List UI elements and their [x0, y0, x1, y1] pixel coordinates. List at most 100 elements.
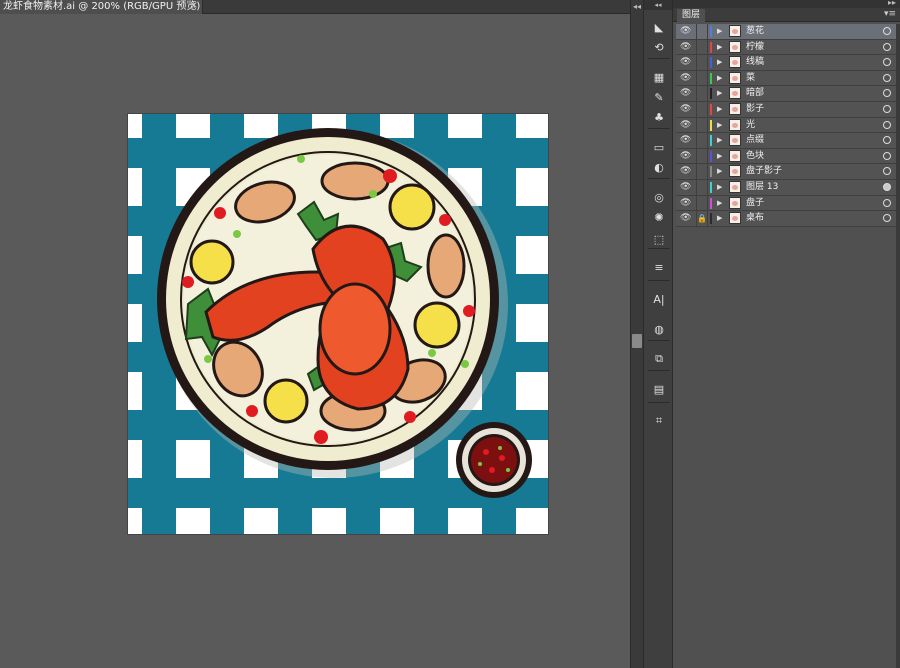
layer-name[interactable]: 光 — [746, 118, 755, 133]
canvas-area[interactable] — [0, 14, 630, 668]
layer-row[interactable]: 👁 ▶ 葱花 — [676, 24, 896, 40]
layer-row[interactable]: 👁 ▶ 盘子 — [676, 195, 896, 212]
swatches-icon[interactable]: ▦ — [649, 68, 669, 86]
lock-toggle[interactable] — [696, 117, 708, 133]
lock-toggle[interactable] — [696, 164, 708, 180]
lock-toggle[interactable] — [696, 86, 708, 102]
target-circle-icon[interactable] — [883, 89, 891, 98]
layer-name[interactable]: 盘子 — [746, 196, 764, 211]
layer-row[interactable]: 👁 ▶ 暗部 — [676, 86, 896, 102]
visibility-eye-icon[interactable]: 👁 — [680, 73, 692, 84]
target-circle-icon[interactable] — [883, 167, 891, 176]
visibility-eye-icon[interactable]: 👁 — [680, 198, 692, 209]
layer-name[interactable]: 葱花 — [746, 24, 764, 39]
layer-name[interactable]: 桌布 — [746, 211, 764, 226]
target-circle-icon[interactable] — [883, 136, 891, 145]
visibility-eye-icon[interactable]: 👁 — [680, 120, 692, 131]
expand-arrow-icon[interactable]: ▶ — [717, 41, 722, 54]
visibility-eye-icon[interactable]: 👁 — [680, 26, 692, 37]
brushes-icon[interactable]: ✎ — [649, 88, 669, 106]
lock-icon[interactable]: 🔒 — [696, 211, 708, 227]
target-circle-icon[interactable] — [883, 214, 891, 223]
lock-toggle[interactable] — [696, 195, 708, 211]
lock-toggle[interactable] — [696, 101, 708, 117]
collapse-icon[interactable]: ▸▸ — [888, 0, 896, 7]
layer-row[interactable]: 👁 ▶ 盘子影子 — [676, 164, 896, 180]
expand-arrow-icon[interactable]: ▶ — [717, 25, 722, 38]
target-circle-icon[interactable] — [883, 104, 891, 113]
color-guide-icon[interactable]: ◍ — [649, 320, 669, 338]
layer-row[interactable]: 👁 ▶ 线稿 — [676, 55, 896, 71]
expand-arrow-icon[interactable]: ▶ — [717, 119, 722, 132]
layer-row[interactable]: 👁 ▶ 点缀 — [676, 133, 896, 149]
target-circle-icon[interactable] — [883, 120, 891, 129]
expand-arrow-icon[interactable]: ▶ — [717, 103, 722, 116]
collapse-panels-icon[interactable]: ◂◂ — [644, 0, 672, 10]
tab-layers[interactable]: 图层 — [677, 9, 706, 22]
lock-toggle[interactable] — [696, 179, 708, 195]
align-icon[interactable]: ≡ — [649, 258, 669, 276]
visibility-eye-icon[interactable]: 👁 — [680, 88, 692, 99]
image-trace-icon[interactable]: ⬚ — [649, 230, 669, 248]
layer-name[interactable]: 柠檬 — [746, 40, 764, 55]
artboards-icon[interactable]: ▤ — [649, 380, 669, 398]
expand-arrow-icon[interactable]: ▶ — [717, 197, 722, 210]
target-circle-icon[interactable] — [883, 27, 891, 35]
layer-row[interactable]: 👁 ▶ 色块 — [676, 148, 896, 165]
visibility-eye-icon[interactable]: 👁 — [680, 213, 692, 224]
layer-row[interactable]: 👁 🔒 ▶ 桌布 — [676, 211, 896, 227]
expand-arrow-icon[interactable]: ▶ — [717, 87, 722, 100]
expand-arrow-icon[interactable]: ▶ — [717, 212, 722, 225]
layer-row[interactable]: 👁 ▶ 影子 — [676, 101, 896, 118]
visibility-eye-icon[interactable]: 👁 — [680, 104, 692, 115]
layer-name[interactable]: 菜 — [746, 71, 755, 86]
document-tab[interactable]: 龙虾食物素材.ai @ 200% (RGB/GPU 预览) × — [0, 0, 203, 14]
visibility-eye-icon[interactable]: 👁 — [680, 135, 692, 146]
vertical-scrollbar[interactable]: ◂◂ — [630, 0, 643, 668]
expand-arrow-icon[interactable]: ▶ — [717, 181, 722, 194]
graphic-styles-icon[interactable]: ✺ — [649, 208, 669, 226]
visibility-eye-icon[interactable]: 👁 — [680, 151, 692, 162]
layer-name[interactable]: 盘子影子 — [746, 164, 782, 179]
layer-name[interactable]: 色块 — [746, 149, 764, 164]
lock-toggle[interactable] — [696, 39, 708, 55]
visibility-eye-icon[interactable]: 👁 — [680, 166, 692, 177]
target-circle-icon[interactable] — [883, 151, 891, 160]
lock-toggle[interactable] — [696, 55, 708, 71]
links-icon[interactable]: ⌗ — [649, 412, 669, 430]
character-icon[interactable]: A| — [649, 290, 669, 308]
symbols-icon[interactable]: ♣ — [649, 108, 669, 126]
layer-row[interactable]: 👁 ▶ 菜 — [676, 70, 896, 87]
layer-name[interactable]: 点缀 — [746, 133, 764, 148]
layer-name[interactable]: 影子 — [746, 102, 764, 117]
expand-arrow-icon[interactable]: ▶ — [717, 165, 722, 178]
layer-row[interactable]: 👁 ▶ 图层 13 — [676, 179, 896, 196]
close-icon[interactable]: × — [190, 0, 198, 12]
lock-toggle[interactable] — [696, 148, 708, 164]
scrollbar-thumb[interactable] — [632, 334, 642, 348]
panel-scrollbar[interactable] — [896, 24, 900, 668]
artboard[interactable] — [128, 114, 548, 534]
layer-name[interactable]: 暗部 — [746, 86, 764, 101]
target-circle-icon[interactable] — [883, 182, 891, 191]
expand-arrow-icon[interactable]: ▶ — [717, 134, 722, 147]
visibility-eye-icon[interactable]: 👁 — [680, 182, 692, 193]
layer-name[interactable]: 图层 13 — [746, 180, 778, 195]
target-circle-icon[interactable] — [883, 73, 891, 82]
expand-arrow-icon[interactable]: ▶ — [717, 150, 722, 163]
expand-arrow-icon[interactable]: ▶ — [717, 72, 722, 85]
visibility-eye-icon[interactable]: 👁 — [680, 42, 692, 53]
pathfinder-icon[interactable]: ⧉ — [649, 350, 669, 368]
lock-toggle[interactable] — [696, 24, 708, 39]
target-circle-icon[interactable] — [883, 58, 891, 67]
appearance-icon[interactable]: ◎ — [649, 188, 669, 206]
shape-builder-tool-icon[interactable]: ◣ — [649, 18, 669, 36]
layer-row[interactable]: 👁 ▶ 柠檬 — [676, 39, 896, 56]
target-circle-icon[interactable] — [883, 42, 891, 51]
lock-toggle[interactable] — [696, 70, 708, 86]
transparency-icon[interactable]: ◐ — [649, 158, 669, 176]
target-circle-icon[interactable] — [883, 198, 891, 207]
gradient-icon[interactable]: ▭ — [649, 138, 669, 156]
transform-tool-icon[interactable]: ⟲ — [649, 38, 669, 56]
lock-toggle[interactable] — [696, 133, 708, 149]
